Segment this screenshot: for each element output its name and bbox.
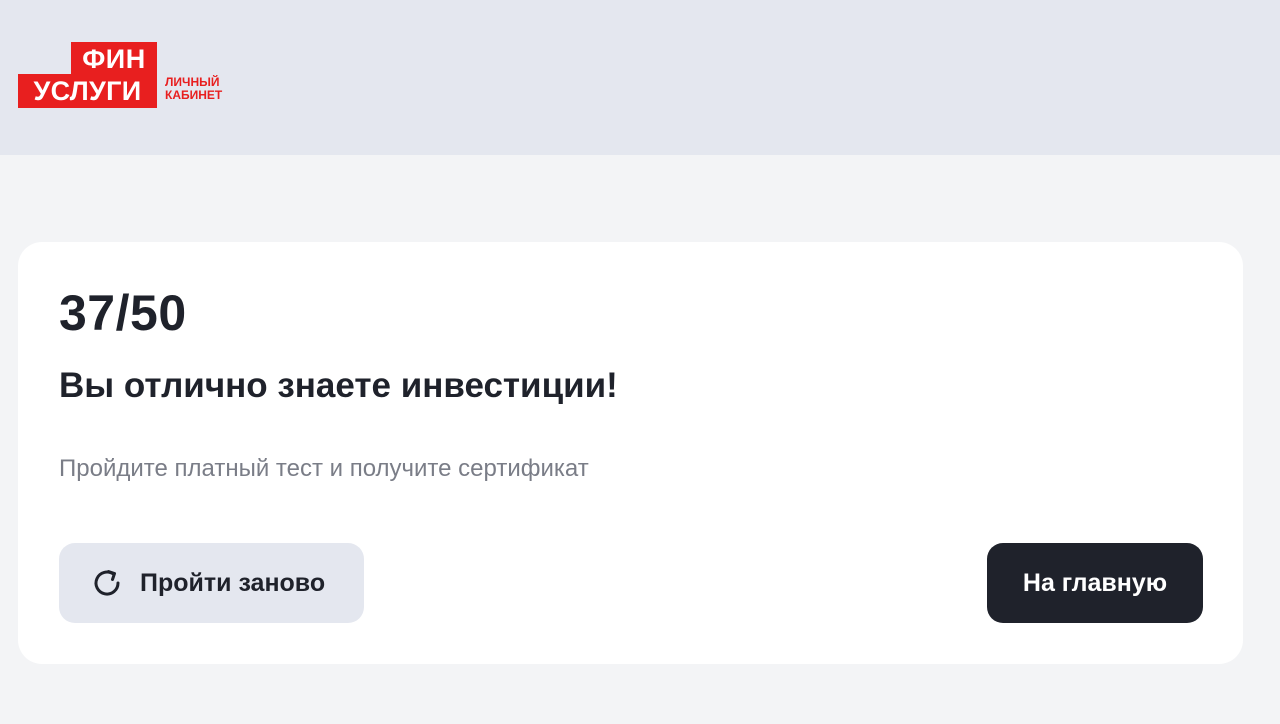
home-button-label: На главную <box>1022 568 1168 597</box>
result-subtitle: Пройдите платный тест и получите сертифи… <box>59 455 589 482</box>
logo-subtitle: ЛИЧНЫЙ КАБИНЕТ <box>165 76 222 102</box>
retry-button-label: Пройти заново <box>140 568 326 597</box>
finuslugi-logo[interactable]: ФИН УСЛУГИ ЛИЧНЫЙ КАБИНЕТ <box>18 42 222 108</box>
header: ФИН УСЛУГИ ЛИЧНЫЙ КАБИНЕТ <box>0 0 1280 155</box>
logo-line-2: УСЛУГИ <box>18 74 157 108</box>
logo-mark: ФИН УСЛУГИ <box>18 42 157 108</box>
retry-button[interactable]: Пройти заново <box>59 543 364 623</box>
logo-sub-line-2: КАБИНЕТ <box>165 88 223 102</box>
refresh-icon <box>90 566 124 600</box>
home-button[interactable]: На главную <box>987 543 1203 623</box>
result-card: 37/50 Вы отлично знаете инвестиции! Прой… <box>18 242 1243 664</box>
result-title: Вы отлично знаете инвестиции! <box>59 366 618 405</box>
score-value: 37/50 <box>59 285 187 341</box>
logo-line-1: ФИН <box>71 42 157 76</box>
